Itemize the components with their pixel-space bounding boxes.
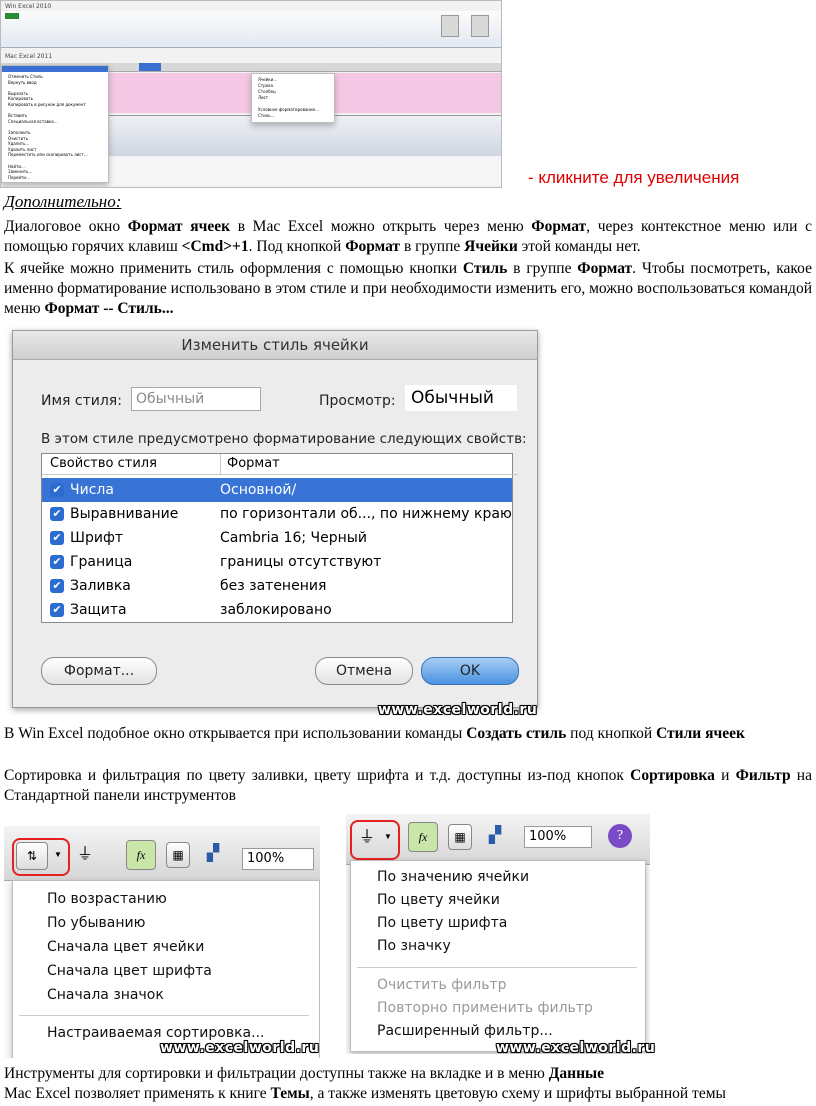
pivot-icon[interactable]: ▞ [200,842,226,866]
modify-style-dialog: Изменить стиль ячейки Имя стиля: Обычный… [12,330,538,708]
menu-divider [357,967,637,968]
form-icon[interactable]: ▦ [448,824,472,850]
checkbox-checked-icon[interactable]: ✔ [50,579,64,593]
paragraph-style: К ячейке можно применить стиль оформлени… [4,260,812,317]
checkbox-checked-icon[interactable]: ✔ [50,507,64,521]
watermark-dialog: www.excelworld.ru [378,702,538,718]
paragraph-format-cells: Диалоговое окно Формат ячеек в Mac Excel… [4,218,812,255]
watermark-filter: www.excelworld.ru [496,1040,656,1056]
row-format: заблокировано [220,602,332,618]
table-row[interactable]: ✔ Числа Основной/ [42,478,512,502]
filter-panel: ⏚ ▼ fx ▦ ▞ 100% ? По значению ячейки По ц… [346,814,650,1054]
format-button[interactable]: Формат... [41,657,157,685]
paragraph-sort-filter: Сортировка и фильтрация по цвету заливки… [4,767,812,804]
paragraph-win-excel: В Win Excel подобное окно открывается пр… [4,725,745,742]
format-menu-item: Стиль... [258,113,275,118]
fx-icon[interactable]: fx [408,822,438,852]
highlight-ring [12,838,70,876]
row-property: Шрифт [70,530,124,546]
preview-box: Обычный [405,385,517,411]
table-row[interactable]: ✔ Граница границы отсутствуют [42,550,512,574]
format-dropdown: Ячейки... Строка Столбец Лист Условное форма… [251,73,335,123]
style-name-field[interactable]: Обычный [131,387,261,411]
table-row[interactable]: ✔ Заливка без затенения [42,574,512,598]
properties-group-label: В этом стиле предусмотрено форматировани… [41,431,527,447]
style-name-label: Имя стиля: [41,393,122,409]
ok-button[interactable]: OK [421,657,519,685]
edit-menu: Отменить Стиль Вернуть ввод Вырезать Копиро… [1,65,109,183]
pivot-icon[interactable]: ▞ [482,824,508,848]
sort-menu-item[interactable]: Сначала цвет шрифта [47,963,212,979]
fx-icon[interactable]: fx [126,840,156,870]
sort-toolbar: ⇅ ▼ ⏚ fx ▦ ▞ 100% [4,826,320,881]
sort-menu-item[interactable]: Сначала значок [47,987,164,1003]
table-row[interactable]: ✔ Выравнивание по горизонтали об..., по ни… [42,502,512,526]
sort-menu-item[interactable]: Сначала цвет ячейки [47,939,204,955]
ribbon-icon [471,15,489,37]
menu-item-advanced-filter[interactable]: Расширенный фильтр... [377,1023,553,1039]
zoom-select[interactable]: 100% [524,826,592,848]
table-row[interactable]: ✔ Шрифт Cambria 16; Черный [42,526,512,550]
mac-sheet [109,157,501,185]
row-property: Числа [70,482,114,498]
thumb-mac-title: Mac Excel 2011 [5,53,53,60]
dialog-title: Изменить стиль ячейки [13,331,537,360]
edit-menu-item: Перейти... [8,174,30,180]
paragraph-themes: Mac Excel позволяет применять к книге Те… [4,1085,726,1102]
format-menu-title [139,63,161,71]
checkbox-checked-icon[interactable]: ✔ [50,483,64,497]
row-property: Граница [70,554,133,570]
row-property: Защита [70,602,127,618]
filter-menu-item[interactable]: По значку [377,938,451,954]
filter-menu-item-disabled: Повторно применить фильтр [377,1000,593,1016]
filter-menu-item[interactable]: По значению ячейки [377,869,529,885]
menu-divider [19,1015,309,1016]
table-row[interactable]: ✔ Защита заблокировано [42,598,512,622]
preview-label: Просмотр: [319,393,396,409]
sort-menu-item[interactable]: По возрастанию [47,891,167,907]
watermark-sort: www.excelworld.ru [160,1040,320,1056]
filter-icon[interactable]: ⏚ [72,842,98,868]
row-format: по горизонтали об..., по нижнему краю [220,506,512,522]
column-header-property: Свойство стиля [42,454,221,475]
filter-menu-item[interactable]: По цвету ячейки [377,892,500,908]
row-format: Основной/ [220,482,297,498]
file-tab [5,13,19,19]
excel-screenshot-thumbnail[interactable]: Win Excel 2010 Mac Excel 2011 Отменить С… [0,0,502,188]
sort-menu-item[interactable]: По убыванию [47,915,145,931]
enlarge-link[interactable]: - кликните для увеличения [528,168,739,188]
sort-menu: По возрастанию По убыванию Сначала цвет яч… [12,880,320,1058]
column-header-format: Формат [221,454,518,475]
format-dropdown-items: Ячейки... Строка Столбец Лист Условное форма… [258,77,319,119]
filter-menu: По значению ячейки По цвету ячейки По цвет… [350,860,646,1052]
properties-table: Свойство стиля Формат ✔ Числа Основной/ ✔ Вы… [41,453,518,623]
checkbox-checked-icon[interactable]: ✔ [50,555,64,569]
row-property: Выравнивание [70,506,179,522]
edit-menu-item: Копировать в рисунок для документ [8,101,86,107]
row-format: без затенения [220,578,327,594]
edit-menu-title [2,66,108,72]
win-ribbon [1,11,501,48]
filter-menu-item-disabled: Очистить фильтр [377,977,507,993]
edit-menu-items: Отменить Стиль Вернуть ввод Вырезать Копиро… [8,74,88,180]
row-property: Заливка [70,578,131,594]
section-heading: Дополнительно: [4,192,122,211]
filter-menu-item[interactable]: По цвету шрифта [377,915,507,931]
cancel-button[interactable]: Отмена [315,657,413,685]
thumb-title: Win Excel 2010 [5,3,52,10]
paragraph-data-tab: Инструменты для сортировки и фильтрации … [4,1065,605,1082]
checkbox-checked-icon[interactable]: ✔ [50,531,64,545]
sort-panel: ⇅ ▼ ⏚ fx ▦ ▞ 100% По возрастанию По убыва… [4,826,320,1058]
filter-toolbar: ⏚ ▼ fx ▦ ▞ 100% ? [346,814,650,865]
ribbon-icon [441,15,459,37]
help-icon[interactable]: ? [608,824,632,848]
highlight-ring [350,820,400,860]
zoom-select[interactable]: 100% [242,848,314,870]
checkbox-checked-icon[interactable]: ✔ [50,603,64,617]
form-icon[interactable]: ▦ [166,842,190,868]
row-format: Cambria 16; Черный [220,530,367,546]
menu-item-custom-sort[interactable]: Настраиваемая сортировка... [47,1025,264,1041]
edit-menu-item: Переместить или скопировать лист... [8,152,88,158]
row-format: границы отсутствуют [220,554,382,570]
